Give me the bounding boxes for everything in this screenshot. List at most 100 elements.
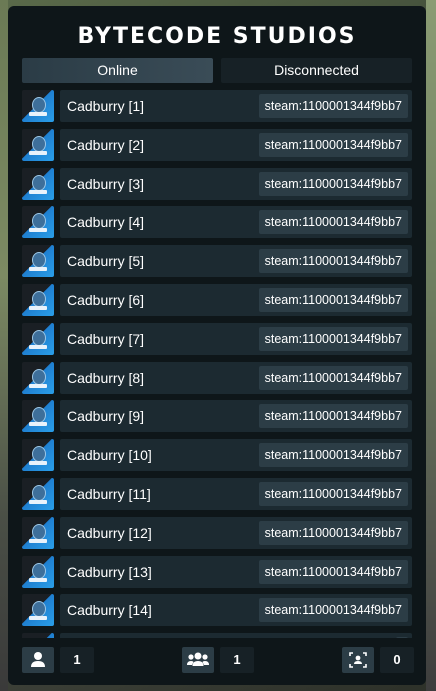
tab-disconnected[interactable]: Disconnected: [221, 58, 412, 83]
player-row[interactable]: [22, 633, 412, 638]
avatar-tag: [29, 578, 47, 582]
player-row[interactable]: Cadburry [5] steam:1100001344f9bb7: [22, 245, 412, 277]
player-name: Cadburry [12]: [67, 525, 152, 541]
avatar-tag: [29, 539, 47, 543]
player-row[interactable]: Cadburry [8] steam:1100001344f9bb7: [22, 362, 412, 394]
avatar-face: [32, 252, 46, 268]
avatar-face: [32, 291, 46, 307]
player-row[interactable]: Cadburry [12] steam:1100001344f9bb7: [22, 517, 412, 549]
tab-bar: Online Disconnected: [22, 58, 412, 83]
player-name: Cadburry [10]: [67, 447, 152, 463]
player-avatar: [22, 439, 54, 471]
avatar-tag: [29, 345, 47, 349]
player-steam-id[interactable]: steam:1100001344f9bb7: [258, 598, 408, 622]
player-count: 1: [60, 647, 94, 673]
player-name: Cadburry [8]: [67, 370, 145, 386]
player-name: Cadburry [2]: [67, 137, 145, 153]
avatar-tag: [29, 500, 47, 504]
player-avatar: [22, 400, 54, 432]
player-info-bar: Cadburry [3] steam:1100001344f9bb7: [60, 168, 412, 200]
player-steam-id[interactable]: steam:1100001344f9bb7: [258, 366, 408, 390]
player-info-bar: Cadburry [2] steam:1100001344f9bb7: [60, 129, 412, 161]
scan-count: 0: [380, 647, 414, 673]
player-row[interactable]: Cadburry [10] steam:1100001344f9bb7: [22, 439, 412, 471]
player-info-bar: Cadburry [12] steam:1100001344f9bb7: [60, 517, 412, 549]
player-info-bar: Cadburry [6] steam:1100001344f9bb7: [60, 284, 412, 316]
player-name: Cadburry [5]: [67, 253, 145, 269]
player-steam-id[interactable]: steam:1100001344f9bb7: [258, 482, 408, 506]
background-right: [426, 0, 436, 691]
background-left: [0, 0, 8, 691]
player-avatar: [22, 129, 54, 161]
player-info-bar: Cadburry [4] steam:1100001344f9bb7: [60, 206, 412, 238]
player-name: Cadburry [3]: [67, 176, 145, 192]
player-list[interactable]: Cadburry [1] steam:1100001344f9bb7 Cadburr…: [22, 90, 412, 638]
avatar-face: [32, 446, 46, 462]
user-icon: [22, 647, 54, 673]
player-row[interactable]: Cadburry [6] steam:1100001344f9bb7: [22, 284, 412, 316]
avatar-tag: [29, 151, 47, 155]
avatar-face: [32, 175, 46, 191]
users-group-icon: [182, 647, 214, 673]
player-steam-id[interactable]: steam:1100001344f9bb7: [258, 560, 408, 584]
player-name: Cadburry [1]: [67, 98, 145, 114]
player-info-bar: Cadburry [11] steam:1100001344f9bb7: [60, 478, 412, 510]
player-steam-id[interactable]: steam:1100001344f9bb7: [258, 288, 408, 312]
player-row[interactable]: Cadburry [3] steam:1100001344f9bb7: [22, 168, 412, 200]
avatar-tag: [29, 267, 47, 271]
player-steam-id[interactable]: steam:1100001344f9bb7: [258, 249, 408, 273]
group-count: 1: [220, 647, 254, 673]
player-steam-id[interactable]: steam:1100001344f9bb7: [258, 404, 408, 428]
player-row[interactable]: Cadburry [13] steam:1100001344f9bb7: [22, 556, 412, 588]
player-avatar: [22, 245, 54, 277]
avatar-tag: [29, 616, 47, 620]
avatar-tag: [29, 306, 47, 310]
player-name: Cadburry [4]: [67, 214, 145, 230]
player-avatar: [22, 323, 54, 355]
avatar-tag: [29, 422, 47, 426]
scoreboard-panel: BYTECODE STUDIOS Online Disconnected Cad…: [8, 6, 426, 685]
player-steam-id[interactable]: steam:1100001344f9bb7: [258, 94, 408, 118]
player-steam-id[interactable]: [396, 637, 408, 638]
player-name: Cadburry [14]: [67, 602, 152, 618]
avatar-tag: [29, 461, 47, 465]
player-row[interactable]: Cadburry [1] steam:1100001344f9bb7: [22, 90, 412, 122]
player-name: Cadburry [9]: [67, 408, 145, 424]
avatar-face: [32, 136, 46, 152]
player-avatar: [22, 478, 54, 510]
tab-online[interactable]: Online: [22, 58, 213, 83]
player-row[interactable]: Cadburry [11] steam:1100001344f9bb7: [22, 478, 412, 510]
player-avatar: [22, 206, 54, 238]
player-info-bar: Cadburry [13] steam:1100001344f9bb7: [60, 556, 412, 588]
avatar-face: [32, 601, 46, 617]
player-row[interactable]: Cadburry [14] steam:1100001344f9bb7: [22, 594, 412, 626]
player-avatar: [22, 90, 54, 122]
player-steam-id[interactable]: steam:1100001344f9bb7: [258, 327, 408, 351]
player-name: Cadburry [11]: [67, 486, 151, 502]
player-name: Cadburry [13]: [67, 564, 152, 580]
player-row[interactable]: Cadburry [2] steam:1100001344f9bb7: [22, 129, 412, 161]
face-scan-icon: [342, 647, 374, 673]
avatar-tag: [29, 384, 47, 388]
player-row[interactable]: Cadburry [9] steam:1100001344f9bb7: [22, 400, 412, 432]
avatar-face: [32, 97, 46, 113]
player-row[interactable]: Cadburry [4] steam:1100001344f9bb7: [22, 206, 412, 238]
footer-stats: 1 1 0: [22, 647, 414, 673]
player-info-bar: Cadburry [8] steam:1100001344f9bb7: [60, 362, 412, 394]
player-avatar: [22, 168, 54, 200]
avatar-face: [32, 407, 46, 423]
player-steam-id[interactable]: steam:1100001344f9bb7: [258, 172, 408, 196]
avatar-tag: [29, 228, 47, 232]
player-avatar: [22, 362, 54, 394]
player-steam-id[interactable]: steam:1100001344f9bb7: [258, 443, 408, 467]
player-avatar: [22, 517, 54, 549]
player-steam-id[interactable]: steam:1100001344f9bb7: [258, 210, 408, 234]
player-row[interactable]: Cadburry [7] steam:1100001344f9bb7: [22, 323, 412, 355]
avatar-face: [32, 485, 46, 501]
player-info-bar: Cadburry [10] steam:1100001344f9bb7: [60, 439, 412, 471]
avatar-face: [32, 369, 46, 385]
player-steam-id[interactable]: steam:1100001344f9bb7: [258, 521, 408, 545]
player-avatar: [22, 594, 54, 626]
player-steam-id[interactable]: steam:1100001344f9bb7: [258, 133, 408, 157]
player-name: Cadburry [6]: [67, 292, 145, 308]
